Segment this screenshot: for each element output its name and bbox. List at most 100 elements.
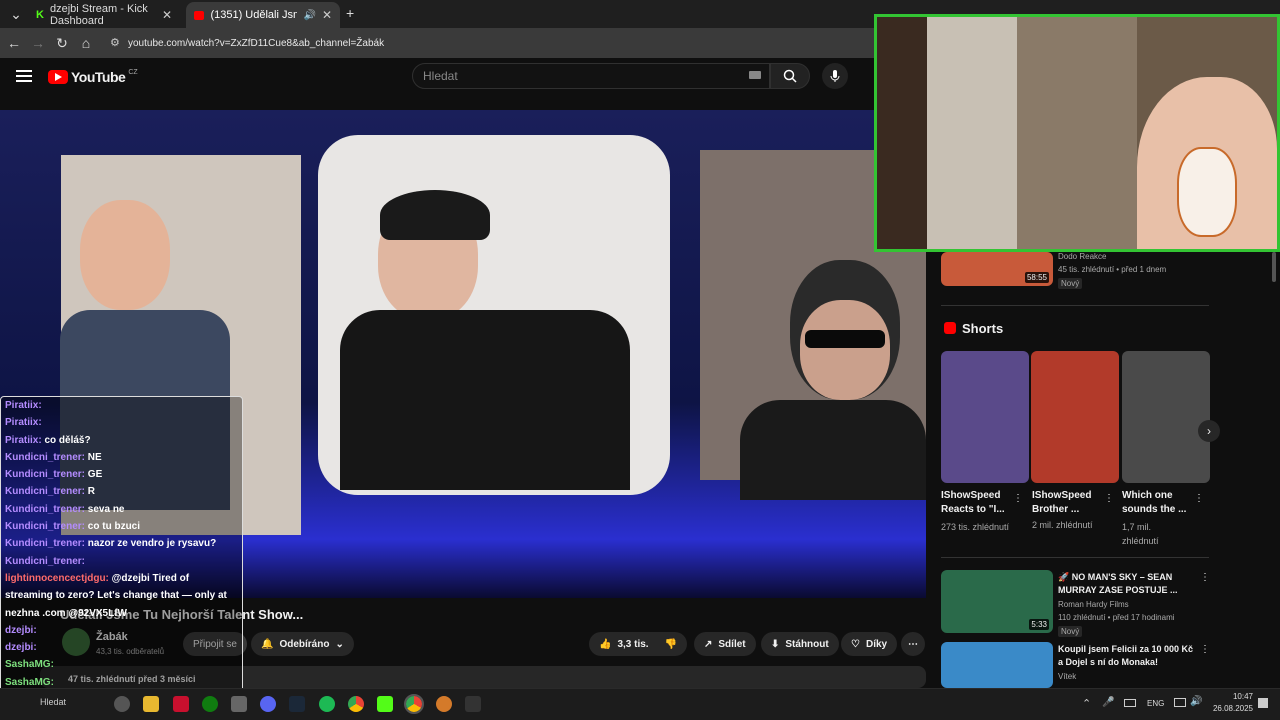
chat-nick[interactable]: Piratiix: [5, 400, 42, 411]
chrome-active-icon[interactable] [404, 694, 424, 714]
short-title-2[interactable]: IShowSpeed Brother ... [1032, 489, 1102, 517]
chat-nick[interactable]: SashaMG: [5, 659, 54, 670]
reload-icon[interactable]: ↻ [50, 31, 74, 55]
tray-time[interactable]: 10:47 [1213, 692, 1253, 701]
audio-bars-icon[interactable] [465, 696, 481, 712]
tab-list-chevron-icon[interactable]: ⌄ [4, 2, 28, 26]
short-views-1: 273 tis. zhlédnutí [941, 522, 1010, 532]
speaker-icon[interactable]: 🔊 [303, 10, 315, 21]
close-tab-icon[interactable]: ✕ [322, 8, 332, 22]
recommended-channel[interactable]: Dodo Reakce [1058, 252, 1106, 261]
discord-icon[interactable] [260, 696, 276, 712]
chat-nick[interactable]: Piratiix: [5, 417, 42, 428]
tray-keyboard-icon[interactable] [1124, 699, 1136, 707]
tray-date[interactable]: 26.08.2025 [1203, 704, 1253, 713]
short-title-1[interactable]: IShowSpeed Reacts to "I... [941, 489, 1011, 517]
xbox-icon[interactable] [202, 696, 218, 712]
short-more-icon[interactable]: ⋮ [1104, 493, 1114, 504]
thumbs-up-icon[interactable]: 👍 [599, 639, 611, 650]
home-icon[interactable]: ⌂ [74, 31, 98, 55]
tray-language[interactable]: ENG [1147, 699, 1164, 708]
download-button[interactable]: ⬇ Stáhnout [761, 632, 839, 656]
chat-nick[interactable]: Piratiix: [5, 435, 42, 446]
new-badge: Nový [1058, 626, 1083, 637]
tab-kick-dashboard[interactable]: K dzejbi Stream - Kick Dashboard ✕ [28, 2, 180, 28]
file-explorer-icon[interactable] [143, 696, 159, 712]
short-views-2: 2 mil. zhlédnutí [1032, 520, 1093, 530]
video-shirt-right [740, 400, 926, 500]
short-title-3[interactable]: Which one sounds the ... [1122, 489, 1190, 517]
tray-chevron-up-icon[interactable]: ⌃ [1082, 697, 1091, 710]
chevron-down-icon: ⌄ [335, 638, 344, 650]
youtube-logo[interactable]: YouTube CZ [48, 69, 138, 85]
back-icon[interactable]: ← [2, 31, 26, 55]
forward-icon[interactable]: → [26, 31, 50, 55]
chat-nick[interactable]: Kundicni_trener: [5, 469, 85, 480]
steam-icon[interactable] [289, 696, 305, 712]
video-thumbnail-2[interactable] [941, 642, 1053, 688]
chat-nick[interactable]: Kundicni_trener: [5, 521, 85, 532]
video-channel-1[interactable]: Roman Hardy Films [1058, 600, 1129, 609]
site-info-icon[interactable]: ⚙ [110, 36, 120, 49]
video-sunglasses-right [805, 330, 885, 348]
search-button[interactable] [770, 63, 810, 89]
chat-text: co děláš? [44, 434, 91, 446]
chat-nick[interactable]: Kundicni_trener: [5, 504, 85, 515]
spotify-icon[interactable] [319, 696, 335, 712]
share-button[interactable]: ↗ Sdílet [694, 632, 756, 656]
search-input[interactable]: Hledat [412, 63, 770, 89]
chrome-icon[interactable] [348, 696, 364, 712]
chat-nick[interactable]: Kundicni_trener: [5, 486, 85, 497]
new-tab-button[interactable]: + [346, 5, 354, 21]
chat-nick[interactable]: lightinnocencectjdgu: [5, 573, 109, 584]
app-window-icon[interactable] [231, 696, 247, 712]
short-thumbnail-3[interactable] [1122, 351, 1210, 483]
tray-volume-icon[interactable]: 🔊 [1190, 696, 1202, 707]
thumbs-down-icon[interactable]: 👎 [665, 639, 677, 650]
chat-nick[interactable]: Kundicni_trener: [5, 452, 85, 463]
menu-icon[interactable] [16, 70, 32, 82]
chat-message: Kundicni_trener: seva ne [1, 501, 242, 518]
chat-nick[interactable]: dzejbi: [5, 625, 37, 636]
settings-gear-icon[interactable] [114, 696, 130, 712]
video-thumbnail-1[interactable]: 5:33 [941, 570, 1053, 633]
close-tab-icon[interactable]: ✕ [162, 8, 172, 22]
tray-microphone-icon[interactable]: 🎤 [1102, 697, 1114, 708]
app-red-icon[interactable] [173, 696, 189, 712]
notification-icon[interactable] [1258, 698, 1268, 708]
tray-network-icon[interactable] [1174, 698, 1186, 707]
chat-nick[interactable]: Kundicni_trener: [5, 556, 85, 567]
short-thumbnail-2[interactable] [1031, 351, 1119, 483]
video-title-1[interactable]: 🚀 NO MAN'S SKY – SEAN MURRAY ZASE POSTUJ… [1058, 571, 1198, 597]
taskbar-search[interactable]: Hledat [40, 697, 66, 707]
chat-message: dzejbi: [1, 639, 242, 656]
tab-youtube-video[interactable]: (1351) Udělali Jsme Tu Nejh 🔊 ✕ [186, 2, 340, 28]
short-thumbnail-1[interactable] [941, 351, 1029, 483]
keyboard-icon[interactable] [749, 71, 761, 79]
sidebar-scrollbar[interactable] [1272, 252, 1276, 282]
video-title-2[interactable]: Koupil jsem Felicii za 10 000 Kč a Dojel… [1058, 643, 1198, 669]
recommended-thumbnail[interactable]: 58:55 [941, 252, 1053, 286]
video-more-icon[interactable]: ⋮ [1200, 572, 1210, 583]
thanks-button[interactable]: ♡ Díky [841, 632, 898, 656]
thanks-label: Díky [865, 638, 888, 650]
video-more-icon[interactable]: ⋮ [1200, 644, 1210, 655]
shorts-next-chevron-icon[interactable]: › [1198, 420, 1220, 442]
subscribed-button[interactable]: 🔔 Odebíráno ⌄ [251, 632, 354, 656]
more-actions-button[interactable]: ⋯ [901, 632, 925, 656]
search-icon [783, 69, 797, 83]
like-count[interactable]: 3,3 tis. [617, 639, 648, 650]
video-channel-2[interactable]: Vítek [1058, 672, 1076, 681]
voice-search-button[interactable] [822, 63, 848, 89]
short-more-icon[interactable]: ⋮ [1013, 493, 1023, 504]
chat-nick[interactable]: Kundicni_trener: [5, 538, 85, 549]
chat-message: Kundicni_trener: R [1, 483, 242, 500]
app-orange-icon[interactable] [436, 696, 452, 712]
chat-text: GE [87, 469, 103, 481]
kick-app-icon[interactable] [377, 696, 393, 712]
address-bar[interactable]: ⚙ youtube.com/watch?v=ZxZfD11Cue8&ab_cha… [104, 31, 864, 55]
chat-nick[interactable]: SashaMG: [5, 677, 54, 688]
short-more-icon[interactable]: ⋮ [1194, 493, 1204, 504]
chat-message: nezhna .com @92VX5LfW [1, 605, 242, 622]
chat-nick[interactable]: dzejbi: [5, 642, 37, 653]
